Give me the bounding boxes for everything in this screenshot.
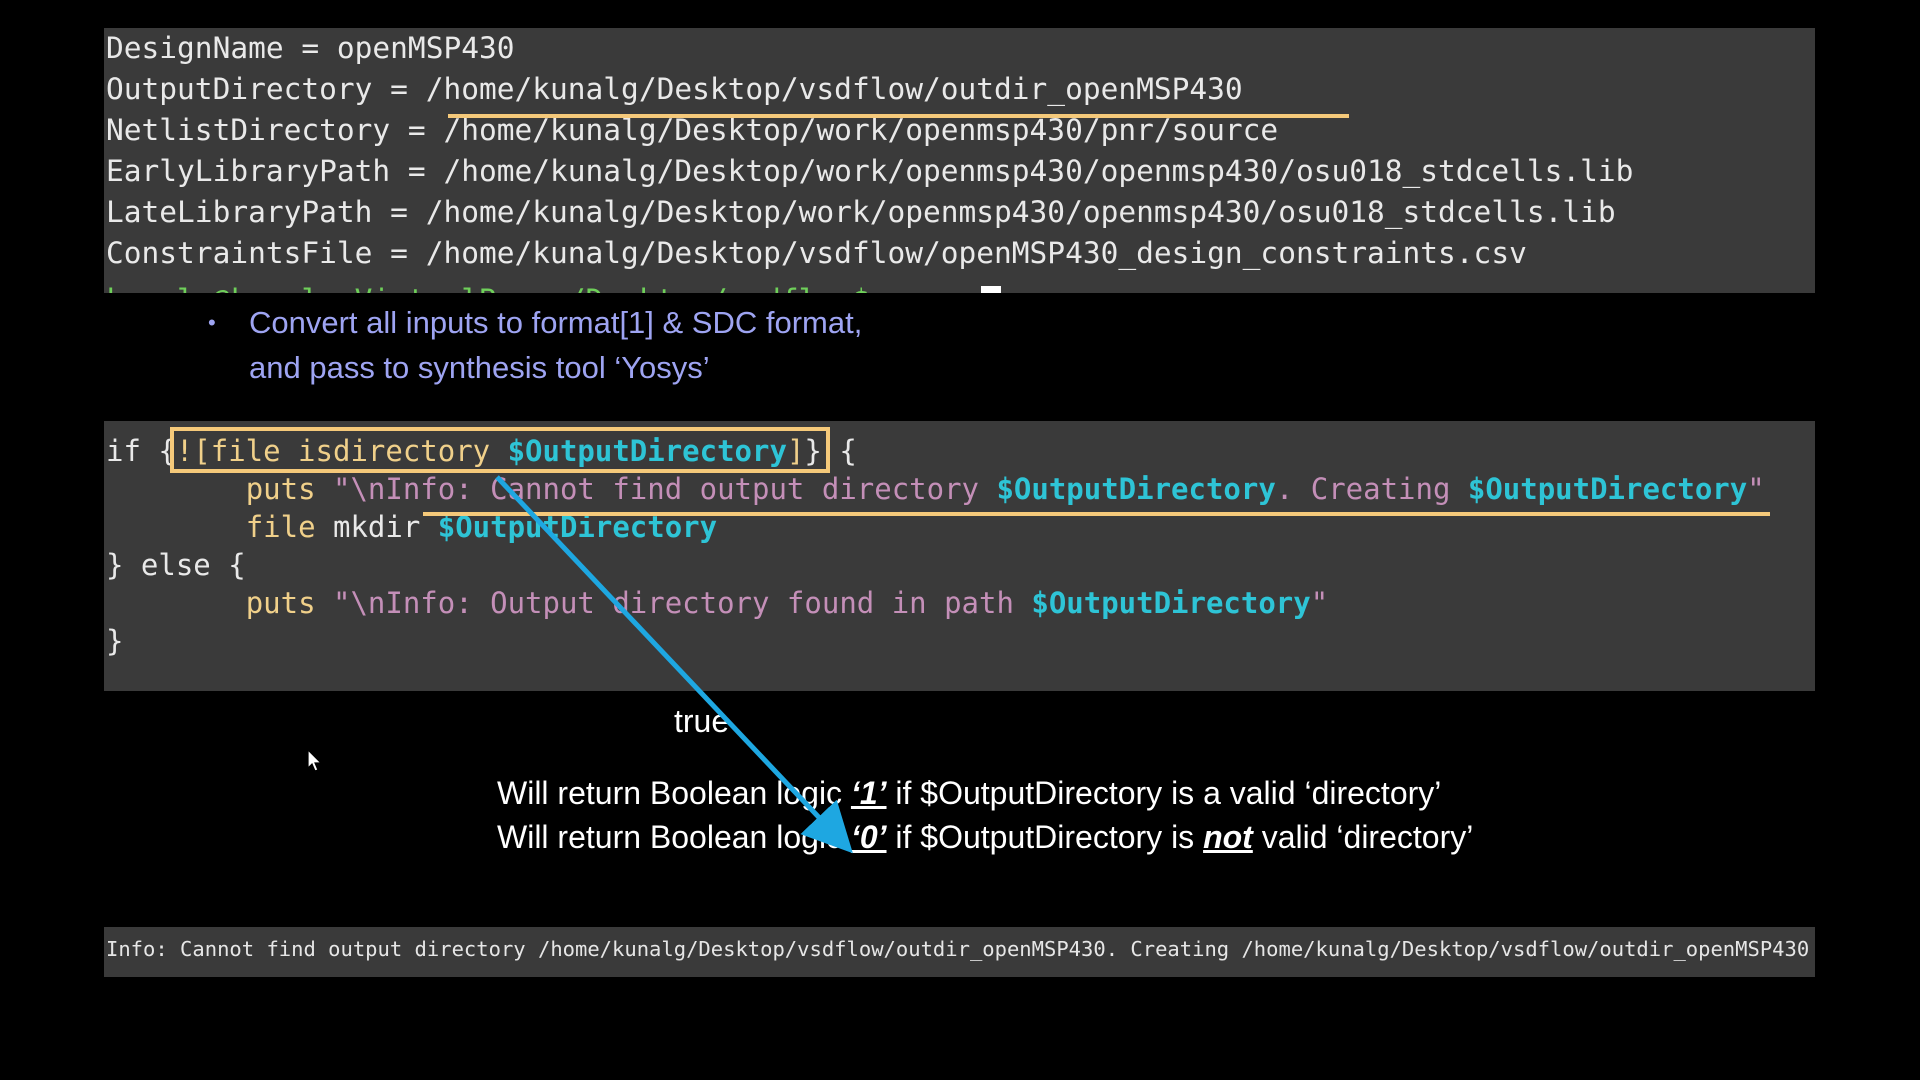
mouse-pointer-icon	[307, 749, 323, 772]
annotation-arrow	[495, 475, 853, 854]
